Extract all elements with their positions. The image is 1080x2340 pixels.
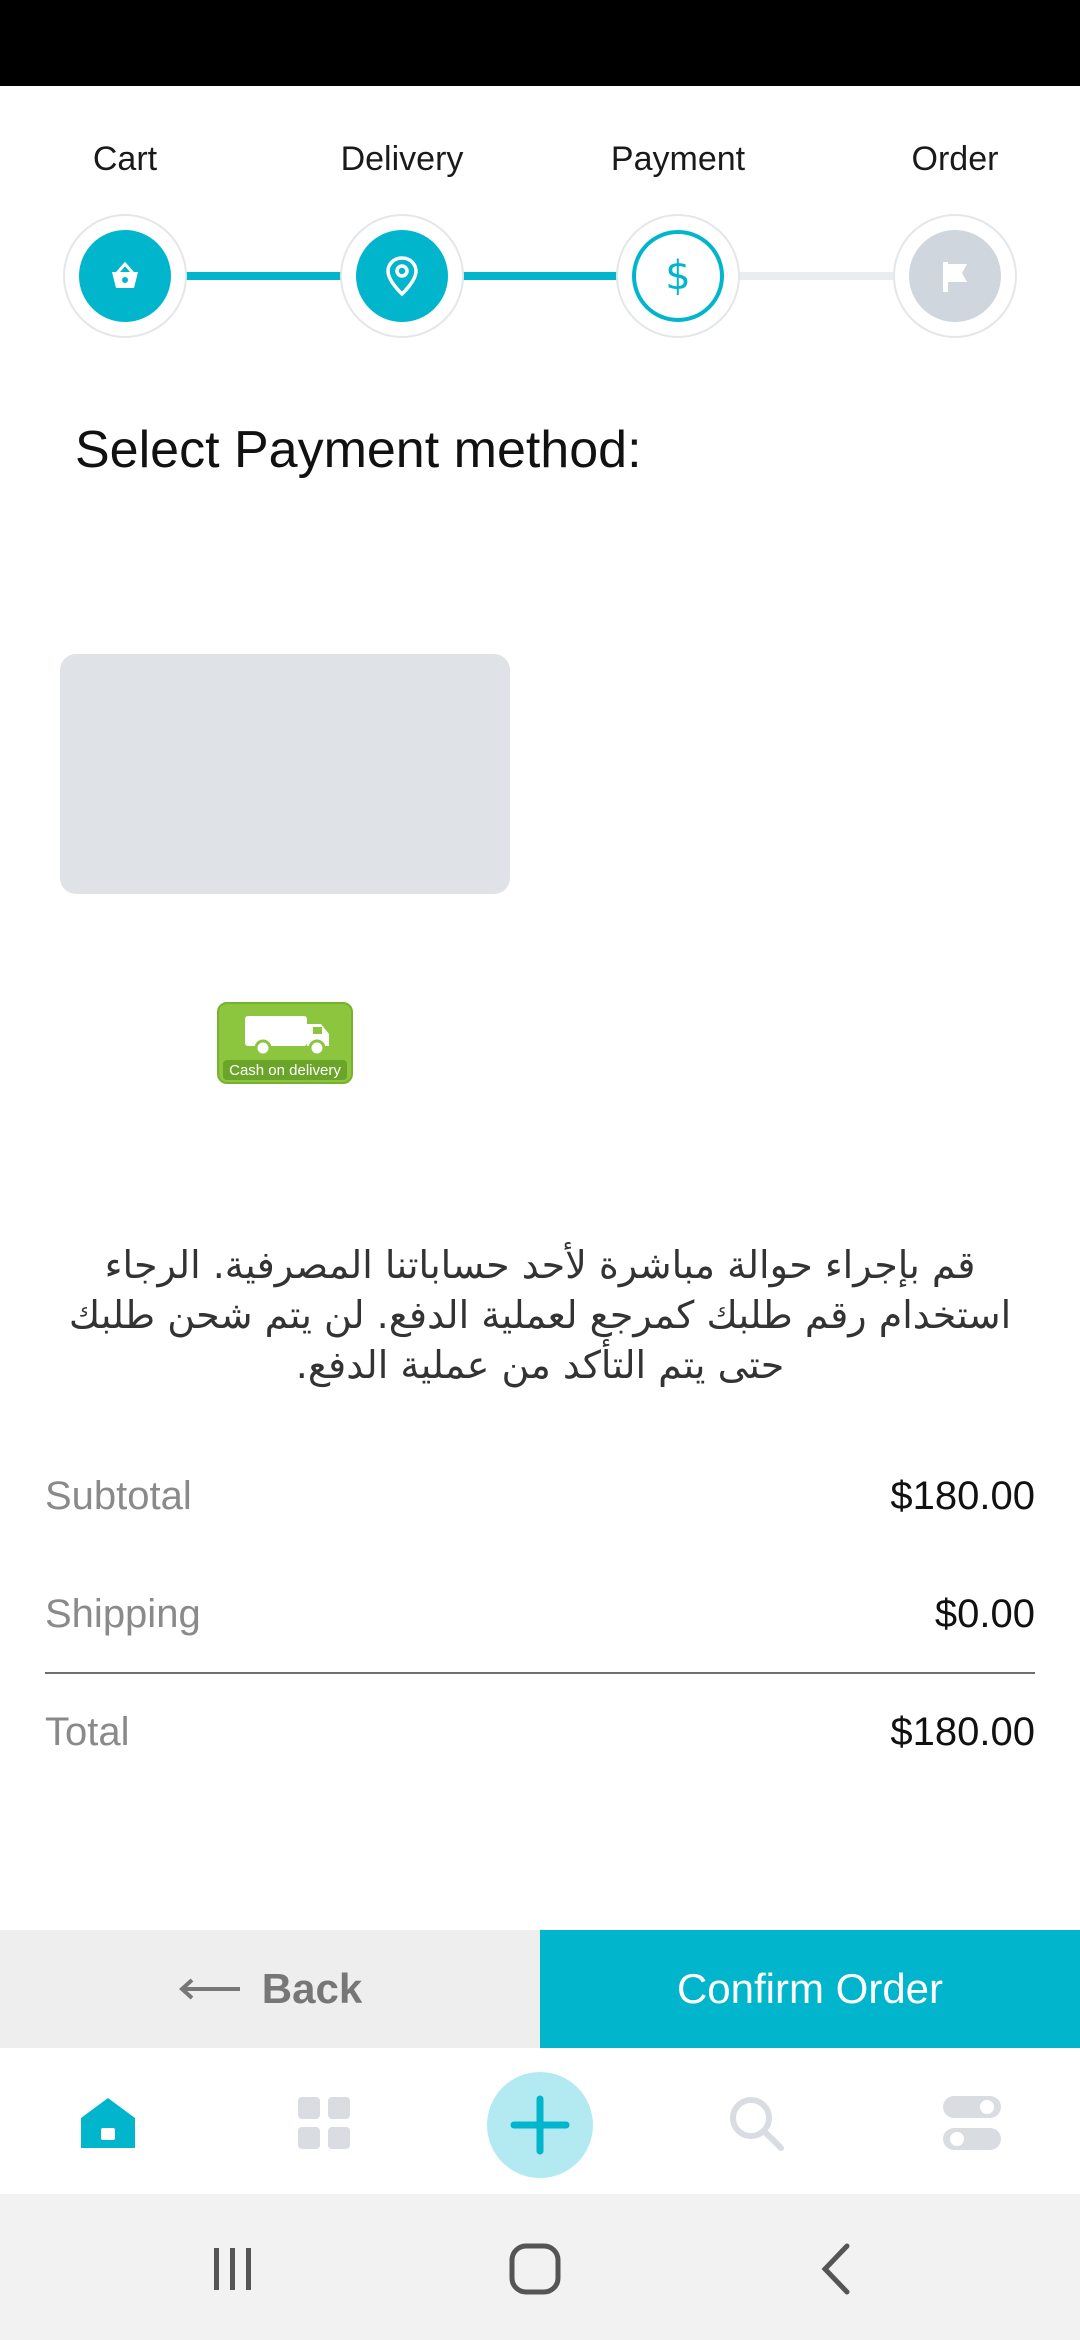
dollar-glyph: $: [665, 253, 691, 299]
grid-icon[interactable]: [289, 2088, 359, 2158]
subtotal-value: $180.00: [890, 1474, 1035, 1518]
delivery-truck-icon: [245, 1016, 329, 1057]
cod-badge-text: Cash on delivery: [229, 1062, 341, 1079]
back-button[interactable]: Back: [0, 1930, 540, 2048]
status-bar: [0, 0, 1080, 86]
bottom-navigation: [0, 2048, 1080, 2194]
payment-option-cash-on-delivery[interactable]: Cash on delivery: [217, 1002, 353, 1084]
step-order[interactable]: [893, 214, 1017, 338]
back-icon[interactable]: [802, 2234, 872, 2304]
step-label-delivery: Delivery: [340, 140, 464, 178]
search-icon[interactable]: [721, 2088, 791, 2158]
step-delivery[interactable]: [340, 214, 464, 338]
shipping-label: Shipping: [45, 1592, 201, 1636]
toggles-icon[interactable]: [937, 2088, 1007, 2158]
add-button[interactable]: [487, 2072, 593, 2178]
back-label: Back: [261, 1965, 363, 2012]
shipping-value: $0.00: [934, 1592, 1035, 1636]
home-button-icon[interactable]: [500, 2234, 570, 2304]
payment-instructions: قم بإجراء حوالة مباشرة لأحد حساباتنا الم…: [68, 1243, 1012, 1387]
summary-subtotal: Subtotal $180.00: [45, 1474, 1035, 1519]
location-pin-icon: [356, 230, 448, 322]
dollar-icon: $: [632, 230, 724, 322]
total-value: $180.00: [890, 1710, 1035, 1754]
summary-divider: [45, 1672, 1035, 1674]
system-navigation-bar: [0, 2194, 1080, 2340]
payment-option-card[interactable]: [60, 654, 510, 894]
step-label-cart: Cart: [92, 140, 158, 178]
total-label: Total: [45, 1710, 130, 1754]
home-icon[interactable]: [73, 2088, 143, 2158]
subtotal-label: Subtotal: [45, 1474, 192, 1518]
step-cart[interactable]: [63, 214, 187, 338]
arrow-left-icon: [178, 1978, 240, 2000]
confirm-order-button[interactable]: Confirm Order: [540, 1930, 1080, 2048]
summary-shipping: Shipping $0.00: [45, 1592, 1035, 1637]
flag-icon: [909, 230, 1001, 322]
payment-method-title: Select Payment method:: [75, 421, 642, 479]
summary-total: Total $180.00: [45, 1710, 1035, 1755]
step-payment[interactable]: $: [616, 214, 740, 338]
confirm-order-label: Confirm Order: [676, 1965, 944, 2012]
add-icon: [510, 2095, 570, 2155]
step-label-order: Order: [911, 140, 999, 178]
step-label-payment: Payment: [610, 140, 746, 178]
recent-apps-icon[interactable]: [198, 2234, 268, 2304]
basket-icon: [79, 230, 171, 322]
